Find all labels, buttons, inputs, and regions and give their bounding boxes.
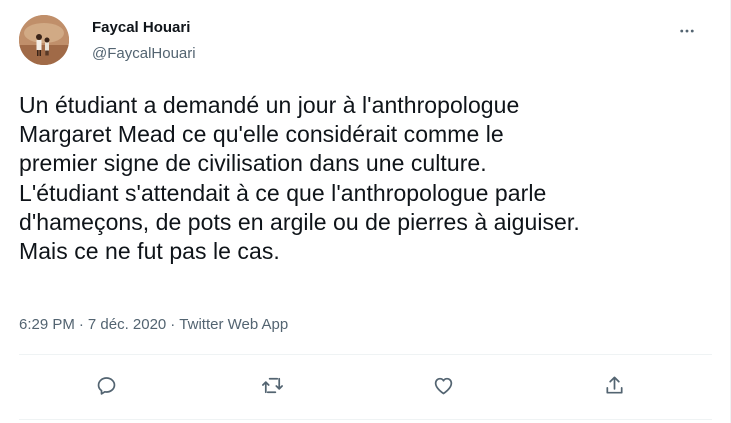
tweet-text: Un étudiant a demandé un jour à l'anthro… [19,92,580,265]
tweet-date[interactable]: 7 déc. 2020 [88,316,166,333]
share-icon [605,375,623,394]
divider [19,419,712,420]
tweet-meta: 6:29 PM · 7 déc. 2020 · Twitter Web App [19,316,288,333]
author-handle[interactable]: @FaycalHouari [92,45,196,62]
more-options-button[interactable] [672,16,702,46]
divider [19,354,712,355]
heart-icon [434,377,452,394]
author-name[interactable]: Faycal Houari [92,19,190,36]
reply-icon [97,376,115,395]
reply-button[interactable] [91,370,121,400]
more-horizontal-icon [680,29,694,33]
tweet-card: Faycal Houari @FaycalHouari Un étudiant … [0,0,731,423]
meta-separator: · [170,316,176,333]
share-button[interactable] [599,370,629,400]
like-button[interactable] [428,370,458,400]
retweet-icon [261,377,283,393]
tweet-time[interactable]: 6:29 PM [19,316,75,333]
tweet-source[interactable]: Twitter Web App [179,316,288,333]
meta-separator: · [78,316,84,333]
avatar-photo [19,15,69,65]
retweet-button[interactable] [257,370,287,400]
avatar[interactable] [19,15,69,65]
